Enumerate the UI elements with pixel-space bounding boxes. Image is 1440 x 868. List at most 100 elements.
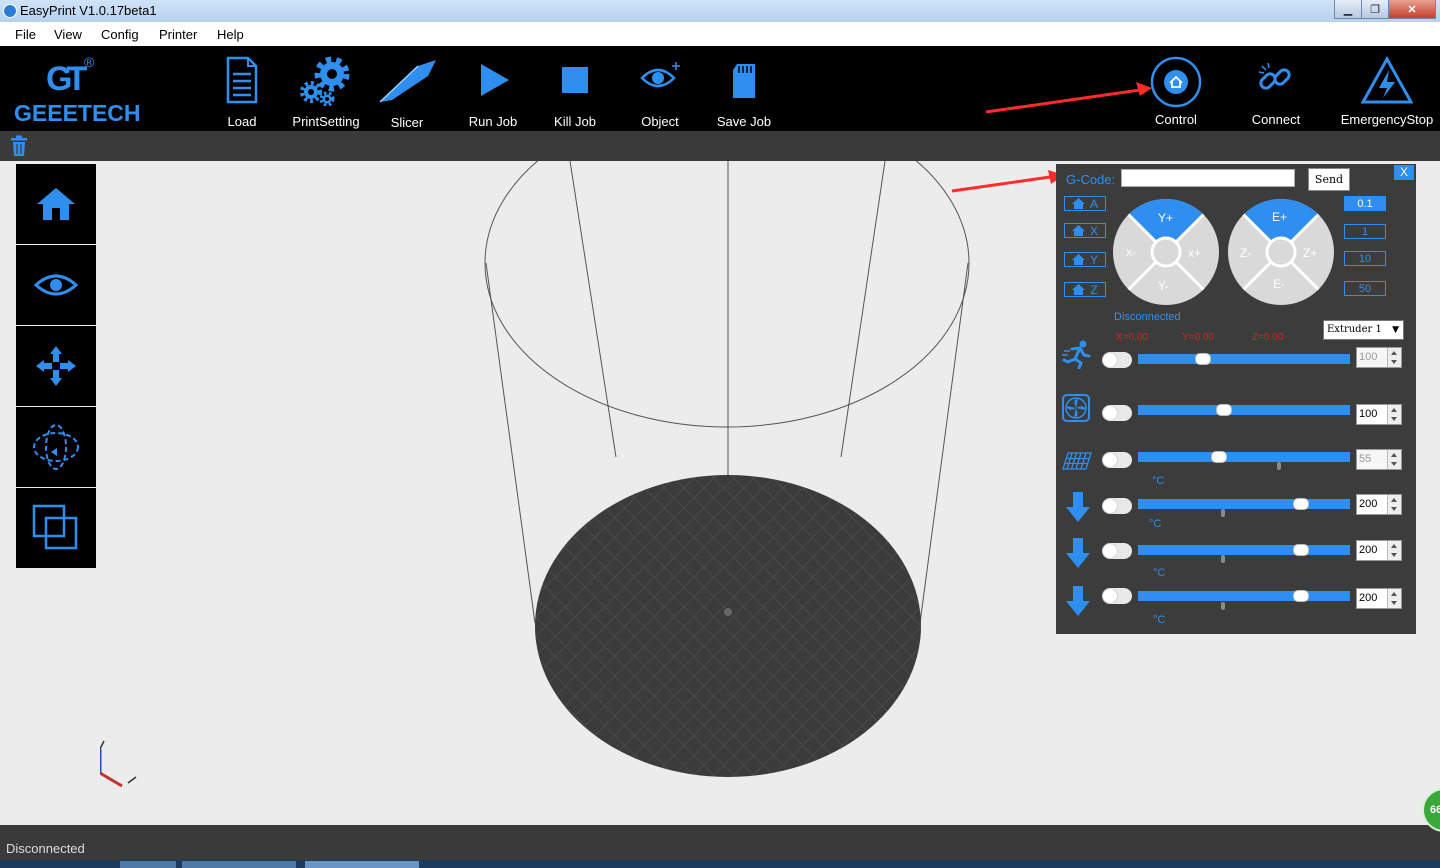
- spin-arrows-icon[interactable]: [1387, 348, 1401, 367]
- printsetting-button[interactable]: PrintSetting: [292, 46, 360, 131]
- extruder1-slider-thumb[interactable]: [1293, 498, 1309, 510]
- taskbar-item[interactable]: [120, 861, 176, 868]
- menu-view[interactable]: View: [54, 27, 82, 42]
- geeetech-logo: GT ® GEEETECH: [14, 54, 141, 128]
- e-minus-button[interactable]: E-: [1273, 277, 1285, 291]
- control-panel: X G-Code: Send A X Y Z Y+ Y- x- x+ E+ E-…: [1056, 164, 1416, 634]
- step-50-button[interactable]: 50: [1344, 281, 1386, 296]
- taskbar-item[interactable]: [305, 861, 419, 868]
- kill-job-button[interactable]: Kill Job: [554, 46, 596, 131]
- load-button[interactable]: Load: [222, 46, 262, 131]
- menu-config[interactable]: Config: [101, 27, 139, 42]
- extruder3-slider[interactable]: [1138, 590, 1350, 602]
- fan-toggle[interactable]: [1102, 405, 1132, 421]
- speed-input[interactable]: 100: [1356, 347, 1402, 368]
- spin-arrows-icon[interactable]: [1387, 541, 1401, 560]
- fan-input[interactable]: 100: [1356, 404, 1402, 425]
- extruder3-temp-input[interactable]: 200: [1356, 588, 1402, 609]
- extruder-down-icon: [1066, 538, 1090, 568]
- os-taskbar: [0, 860, 1440, 868]
- eye-plus-icon: [640, 62, 680, 88]
- bed-slider[interactable]: [1138, 451, 1350, 463]
- panel-close-button[interactable]: X: [1394, 165, 1414, 180]
- extruder1-slider[interactable]: [1138, 498, 1350, 510]
- minimize-icon: ▁: [1343, 3, 1353, 16]
- home-x-button[interactable]: X: [1064, 223, 1106, 238]
- extruder-down-icon: [1066, 586, 1090, 616]
- chevron-down-icon: ▼: [1392, 325, 1399, 335]
- extruder1-temp-unit: °C: [1149, 518, 1162, 530]
- emergency-stop-button[interactable]: EmergencyStop: [1341, 46, 1433, 131]
- spin-arrows-icon[interactable]: [1387, 495, 1401, 514]
- close-window-button[interactable]: ✕: [1388, 0, 1436, 19]
- maximize-button[interactable]: ❐: [1361, 0, 1389, 19]
- trash-icon[interactable]: [10, 135, 28, 157]
- view-home-button[interactable]: [16, 164, 96, 244]
- home-icon: [1071, 198, 1085, 209]
- move-button[interactable]: [16, 326, 96, 406]
- gears-icon: [300, 56, 350, 106]
- extruder1-toggle[interactable]: [1102, 498, 1132, 514]
- scale-button[interactable]: [16, 488, 96, 568]
- home-z-button[interactable]: Z: [1064, 282, 1106, 297]
- save-job-button[interactable]: Save Job: [716, 46, 772, 131]
- fan-value: 100: [1359, 408, 1378, 420]
- extruder-select-value: Extruder 1: [1327, 324, 1382, 335]
- status-bar: Disconnected: [0, 825, 1440, 860]
- slicer-label: Slicer: [390, 115, 424, 130]
- bed-toggle[interactable]: [1102, 452, 1132, 468]
- slicer-knife-icon: [379, 60, 436, 103]
- menu-help[interactable]: Help: [217, 27, 244, 42]
- bed-temp-value: 55: [1359, 453, 1372, 465]
- speed-slider-thumb[interactable]: [1195, 353, 1211, 365]
- minimize-button[interactable]: ▁: [1334, 0, 1362, 19]
- e-plus-button[interactable]: E+: [1272, 210, 1287, 224]
- extruder1-temp-input[interactable]: 200: [1356, 494, 1402, 515]
- z-plus-button[interactable]: Z+: [1303, 246, 1317, 260]
- menu-file[interactable]: File: [15, 27, 36, 42]
- y-plus-button[interactable]: Y+: [1158, 211, 1173, 225]
- bed-temp-input[interactable]: 55: [1356, 449, 1402, 470]
- extruder-select[interactable]: Extruder 1 ▼: [1323, 320, 1404, 340]
- z-minus-button[interactable]: Z-: [1240, 246, 1251, 260]
- eye-view-icon: [34, 274, 78, 296]
- menu-printer[interactable]: Printer: [159, 27, 197, 42]
- spin-arrows-icon[interactable]: [1387, 405, 1401, 424]
- step-0-1-button[interactable]: 0.1: [1344, 196, 1386, 211]
- step-10-button[interactable]: 10: [1344, 251, 1386, 266]
- extruder2-slider-thumb[interactable]: [1293, 544, 1309, 556]
- extruder2-slider[interactable]: [1138, 544, 1350, 556]
- home-all-button[interactable]: A: [1064, 196, 1106, 211]
- taskbar-item[interactable]: [182, 861, 296, 868]
- extruder-down-icon: [1066, 492, 1090, 522]
- step-1-button[interactable]: 1: [1344, 224, 1386, 239]
- y-minus-button[interactable]: Y-: [1158, 279, 1169, 293]
- spin-arrows-icon[interactable]: [1387, 450, 1401, 469]
- control-label: Control: [1155, 112, 1197, 127]
- x-minus-button[interactable]: x-: [1126, 245, 1136, 259]
- bed-slider-thumb[interactable]: [1211, 451, 1227, 463]
- connect-button[interactable]: Connect: [1250, 46, 1302, 131]
- x-plus-button[interactable]: x+: [1188, 246, 1201, 260]
- extruder3-slider-thumb[interactable]: [1293, 590, 1309, 602]
- spin-arrows-icon[interactable]: [1387, 589, 1401, 608]
- speed-slider[interactable]: [1138, 353, 1350, 365]
- gcode-input[interactable]: [1121, 169, 1295, 187]
- fan-slider[interactable]: [1138, 404, 1350, 416]
- status-text: Disconnected: [6, 841, 85, 856]
- extruder3-toggle[interactable]: [1102, 588, 1132, 604]
- z-coordinate: Z=0.00: [1252, 332, 1284, 343]
- speed-toggle[interactable]: [1102, 352, 1132, 368]
- rotate-button[interactable]: [16, 407, 96, 487]
- home-y-button[interactable]: Y: [1064, 252, 1106, 267]
- slicer-button[interactable]: Slicer: [378, 46, 436, 131]
- extruder2-toggle[interactable]: [1102, 543, 1132, 559]
- x-coordinate: X=0.00: [1116, 332, 1148, 343]
- run-job-button[interactable]: Run Job: [469, 46, 517, 131]
- fan-slider-thumb[interactable]: [1216, 404, 1232, 416]
- registered-mark-icon: ®: [84, 54, 95, 70]
- object-button[interactable]: Object: [638, 46, 682, 131]
- extruder2-temp-input[interactable]: 200: [1356, 540, 1402, 561]
- view-eye-button[interactable]: [16, 245, 96, 325]
- send-button[interactable]: Send: [1308, 168, 1350, 191]
